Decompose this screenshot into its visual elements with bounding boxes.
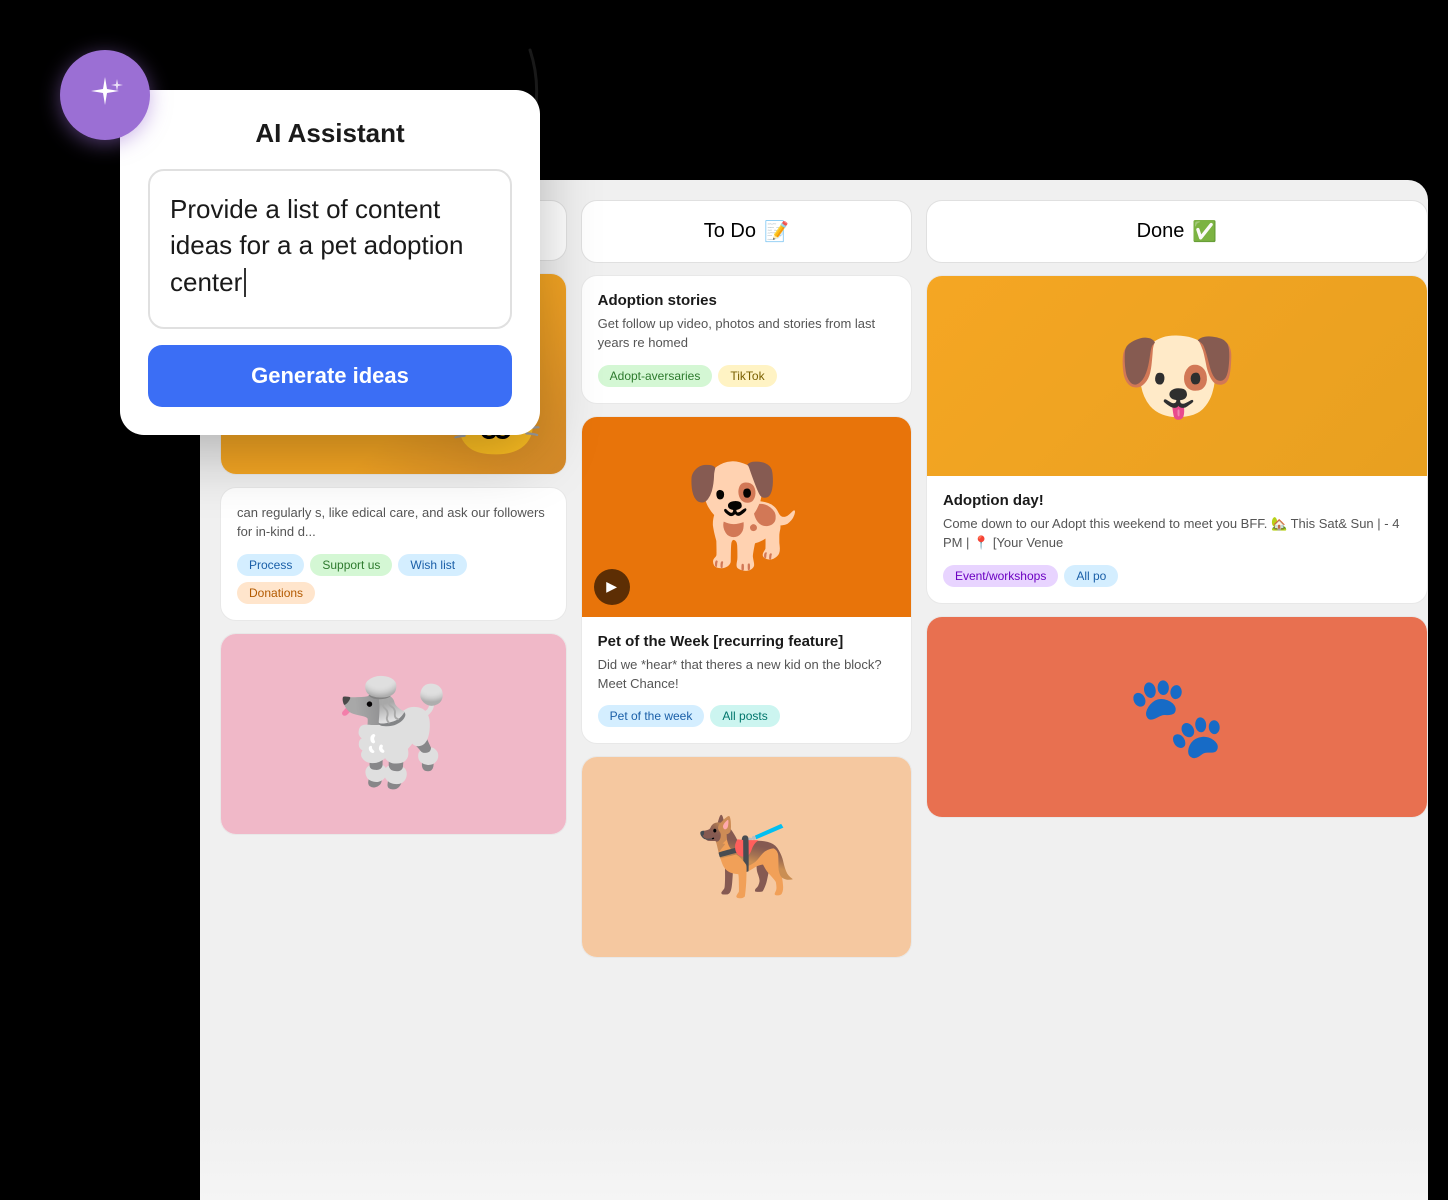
card-title: Pet of the Week [recurring feature] (598, 633, 895, 650)
list-item: Adoption day! Come down to our Adopt thi… (926, 275, 1428, 604)
ai-icon-circle[interactable] (60, 50, 150, 140)
list-item: ▶ Pet of the Week [recurring feature] Di… (581, 416, 912, 745)
card-desc: Did we *hear* that theres a new kid on t… (598, 656, 895, 694)
tag[interactable]: Donations (237, 582, 315, 604)
dog-pink-image (221, 634, 566, 834)
card-desc: Get follow up video, photos and stories … (598, 315, 895, 353)
column-label-done: Done (1137, 220, 1185, 243)
card-image-wrapper (927, 617, 1427, 817)
card-tags: Process Support us Wish list Donations (237, 554, 550, 604)
tag[interactable]: All posts (710, 705, 779, 727)
text-cursor (244, 268, 246, 297)
prompt-area[interactable]: Provide a list of content ideas for a a … (148, 169, 512, 329)
list-item: Adoption stories Get follow up video, ph… (581, 275, 912, 404)
dalmatian-image (927, 617, 1427, 817)
list-item (581, 756, 912, 958)
card-image-wrapper: ▶ (582, 417, 911, 617)
ai-assistant-panel: AI Assistant Provide a list of content i… (120, 90, 540, 435)
column-header-todo: To Do 📝 (581, 200, 912, 263)
todo-emoji: 📝 (764, 219, 789, 244)
card-desc: Come down to our Adopt this weekend to m… (943, 515, 1411, 553)
column-todo: To Do 📝 Adoption stories Get follow up v… (581, 200, 912, 1200)
column-label-todo: To Do (704, 220, 756, 243)
tag[interactable]: TikTok (718, 365, 776, 387)
column-header-done: Done ✅ (926, 200, 1428, 263)
list-item (220, 633, 567, 835)
card-tags: Pet of the week All posts (598, 705, 895, 727)
tag[interactable]: Adopt-aversaries (598, 365, 713, 387)
tag[interactable]: Process (237, 554, 304, 576)
tag[interactable]: All po (1064, 565, 1118, 587)
card-content: Adoption day! Come down to our Adopt thi… (927, 476, 1427, 603)
tag[interactable]: Event/workshops (943, 565, 1058, 587)
card-title: Adoption stories (598, 292, 895, 309)
card-content: Pet of the Week [recurring feature] Did … (582, 617, 911, 744)
panel-title: AI Assistant (148, 118, 512, 149)
video-badge: ▶ (594, 569, 630, 605)
card-content: can regularly s, like edical care, and a… (221, 488, 566, 620)
list-item (926, 616, 1428, 818)
done-cards: Adoption day! Come down to our Adopt thi… (926, 275, 1428, 818)
generate-ideas-button[interactable]: Generate ideas (148, 345, 512, 407)
outer-container: AI Assistant Provide a list of content i… (0, 0, 1448, 1200)
dog-peach-image (582, 757, 911, 957)
column-done: Done ✅ Adoption day! Come down to our Ad… (926, 200, 1428, 1200)
prompt-text: Provide a list of content ideas for a a … (170, 194, 463, 297)
corgi-image (582, 417, 911, 617)
tag[interactable]: Pet of the week (598, 705, 705, 727)
card-tags: Event/workshops All po (943, 565, 1411, 587)
todo-cards: Adoption stories Get follow up video, ph… (581, 275, 912, 958)
card-image-wrapper (221, 634, 566, 834)
list-item: can regularly s, like edical care, and a… (220, 487, 567, 621)
card-image-wrapper (582, 757, 911, 957)
tag[interactable]: Wish list (398, 554, 467, 576)
card-image-wrapper (927, 276, 1427, 476)
sparkle-icon (81, 71, 129, 119)
tag[interactable]: Support us (310, 554, 392, 576)
done-emoji: ✅ (1192, 219, 1217, 244)
card-title: Adoption day! (943, 492, 1411, 509)
card-content: Adoption stories Get follow up video, ph… (582, 276, 911, 403)
card-desc: can regularly s, like edical care, and a… (237, 504, 550, 542)
bulldog-image (927, 276, 1427, 476)
card-tags: Adopt-aversaries TikTok (598, 365, 895, 387)
